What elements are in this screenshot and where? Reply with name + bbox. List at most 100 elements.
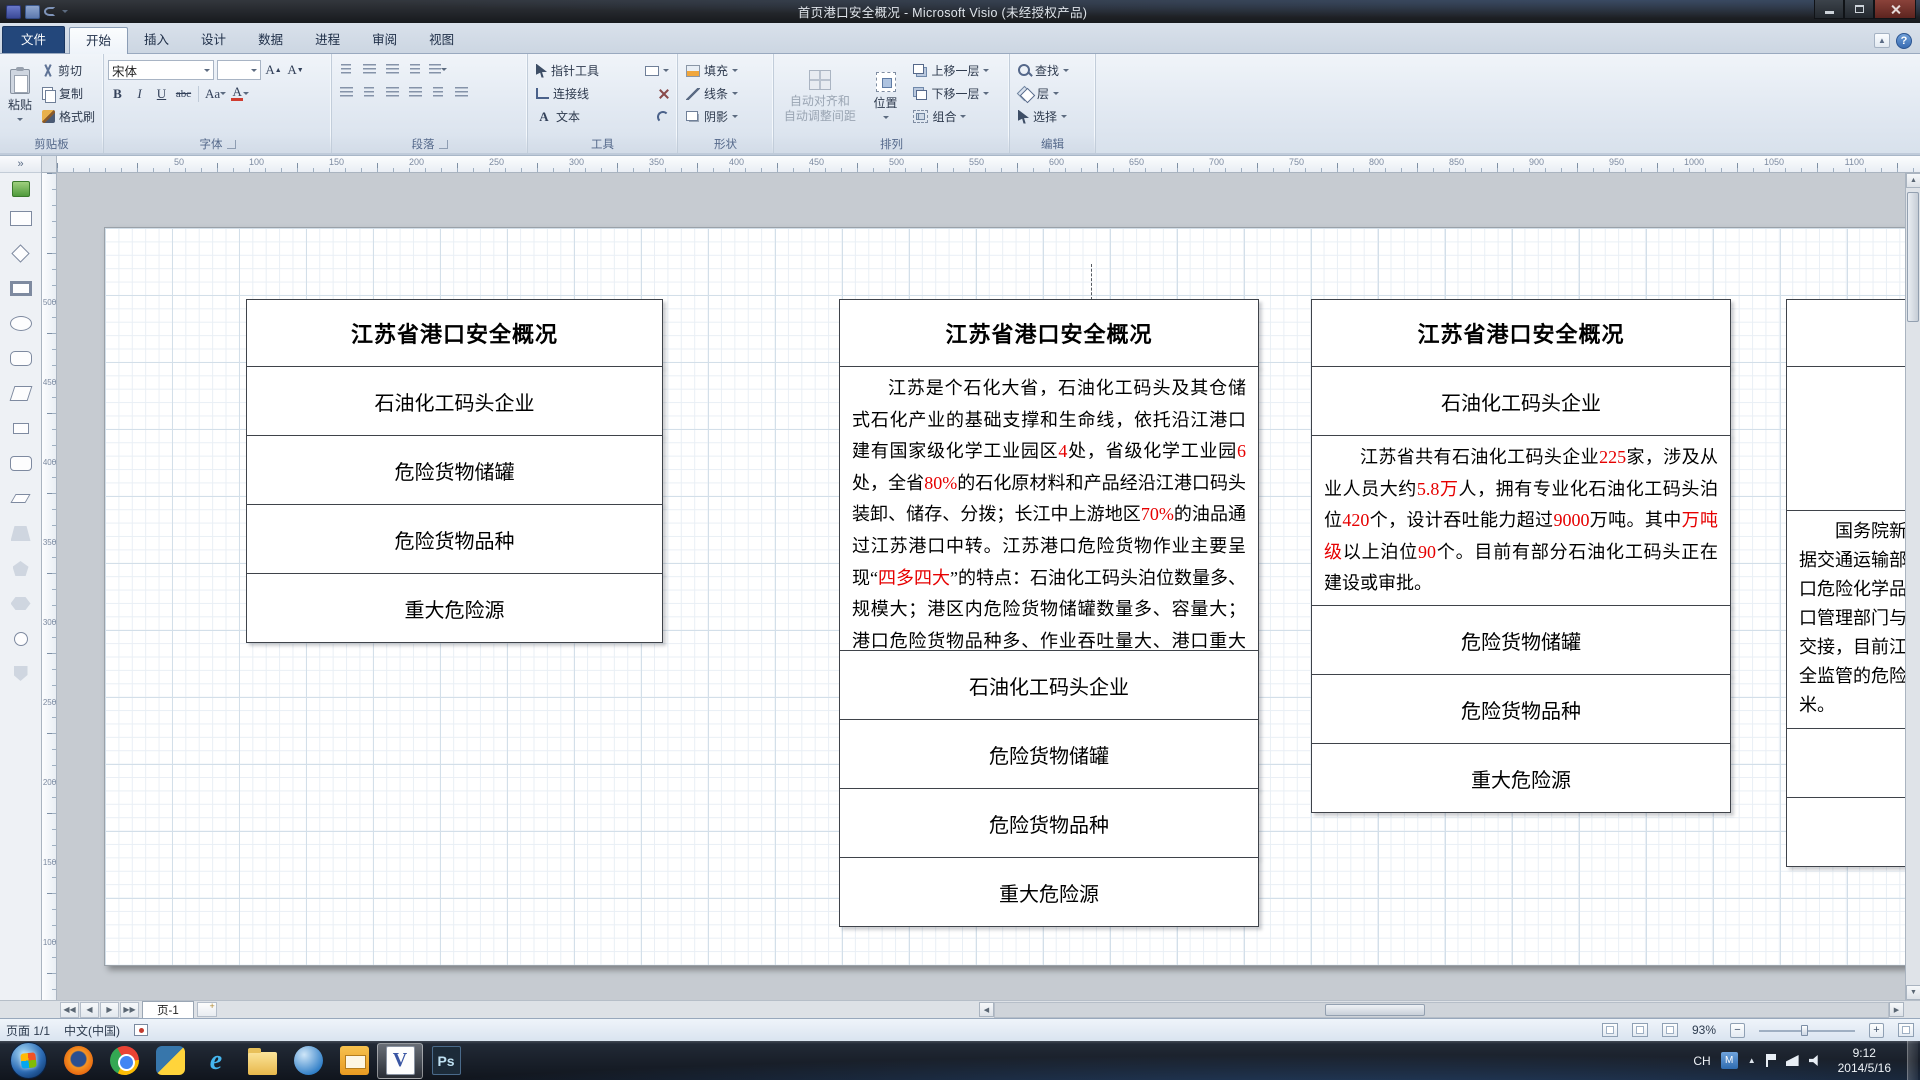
font-size-combo[interactable] (217, 60, 261, 80)
grow-font-button[interactable]: A▲ (264, 61, 283, 80)
fill-button[interactable]: 填充 (682, 60, 769, 81)
parallelogram-shape[interactable] (0, 376, 41, 411)
tab-review[interactable]: 审阅 (356, 28, 413, 53)
diagram-box[interactable]: 石油化工码头企业 (839, 650, 1259, 720)
pan-zoom-view-icon[interactable] (1632, 1023, 1648, 1037)
horizontal-scroll-track[interactable] (994, 1002, 1889, 1018)
diagram-box[interactable]: 危险货物品种 (246, 504, 663, 574)
diagram-title-box[interactable]: 江苏省港口安全概况 (1311, 299, 1731, 367)
bullets-button[interactable] (336, 60, 356, 79)
indent-decrease-button[interactable] (359, 60, 379, 79)
vertical-ruler[interactable]: 50045040035030025020015010050 (42, 173, 57, 1000)
previous-page-button[interactable]: ◀ (80, 1002, 99, 1018)
underline-button[interactable]: U (152, 84, 171, 103)
last-page-button[interactable]: ▶▶ (120, 1002, 139, 1018)
tab-view[interactable]: 视图 (413, 28, 470, 53)
align-left-button[interactable] (336, 83, 356, 102)
close-button[interactable] (1874, 0, 1916, 19)
tab-process[interactable]: 进程 (299, 28, 356, 53)
undo-button[interactable] (44, 7, 55, 16)
drawing-canvas[interactable]: 江苏省港口安全概况 石油化工码头企业 危险货物储罐 危险货物品种 重大危险源 江… (57, 173, 1920, 1000)
rounded-rectangle-shape[interactable] (0, 446, 41, 481)
connector-tool-button[interactable]: 连接线 (532, 83, 593, 104)
scroll-down-arrow[interactable]: ▼ (1906, 985, 1920, 1000)
line-spacing-button[interactable] (428, 60, 448, 79)
volume-icon[interactable] (1809, 1055, 1822, 1066)
page-indicator[interactable]: 页面 1/1 (6, 1022, 50, 1039)
language-status[interactable]: 中文(中国) (64, 1022, 120, 1039)
ime-icon[interactable]: M (1721, 1052, 1738, 1069)
minimize-button[interactable] (1814, 0, 1844, 19)
auto-align-button[interactable]: 自动对齐和 自动调整间距 (778, 58, 862, 135)
line-button[interactable]: 线条 (682, 83, 769, 104)
visio-app-icon[interactable] (6, 5, 21, 19)
macro-record-icon[interactable] (134, 1024, 148, 1036)
bold-button[interactable]: B (108, 84, 127, 103)
network-icon[interactable] (1786, 1055, 1799, 1066)
font-name-combo[interactable]: 宋体 (108, 60, 214, 80)
diagram-box[interactable]: 石油化工码头企业 (1311, 366, 1731, 436)
taskbar-folder[interactable] (239, 1043, 285, 1079)
small-rectangle-shape[interactable] (0, 411, 41, 446)
scroll-left-arrow[interactable]: ◀ (979, 1002, 994, 1017)
italic-button[interactable]: I (130, 84, 149, 103)
diagram-box[interactable]: 危险货物品种 (1311, 674, 1731, 744)
clock[interactable]: 9:12 2014/5/16 (1832, 1046, 1897, 1076)
taskbar-thunderbird[interactable] (285, 1043, 331, 1079)
align-center-button[interactable] (359, 83, 379, 102)
taskbar-firefox[interactable] (55, 1043, 101, 1079)
hidden-icons-chevron-icon[interactable]: ▲ (1748, 1056, 1756, 1065)
font-dialog-launcher-icon[interactable] (227, 140, 236, 149)
zoom-out-button[interactable]: − (1730, 1023, 1745, 1038)
insert-page-button[interactable] (197, 1002, 217, 1017)
indent-increase-button[interactable] (382, 60, 402, 79)
first-page-button[interactable]: ◀◀ (60, 1002, 79, 1018)
align-bottom-button[interactable] (451, 83, 471, 102)
save-button[interactable] (25, 5, 40, 19)
ellipse-shape[interactable] (0, 306, 41, 341)
taskbar-photoshop[interactable]: Ps (423, 1043, 469, 1079)
diagram-box[interactable]: 重大危险源 (1311, 743, 1731, 813)
vertical-scrollbar[interactable]: ▲ ▼ (1905, 173, 1920, 1000)
vertical-scroll-track[interactable] (1906, 188, 1920, 985)
trapezoid-shape[interactable] (0, 516, 41, 551)
diagram-box[interactable]: 重大危险源 (246, 573, 663, 643)
horizontal-scrollbar[interactable]: ◀ ▶ (979, 1001, 1904, 1019)
next-page-button[interactable]: ▶ (100, 1002, 119, 1018)
cut-button[interactable]: 剪切 (38, 60, 99, 81)
diamond-shape[interactable] (0, 236, 41, 271)
font-color-button[interactable]: A (230, 84, 250, 103)
diagram-box[interactable]: 石油化工码头企业 (246, 366, 663, 436)
help-icon[interactable]: ? (1896, 33, 1912, 49)
text-direction-button[interactable] (405, 60, 425, 79)
fit-page-view-icon[interactable] (1602, 1023, 1618, 1037)
diagram-box[interactable] (1786, 797, 1920, 867)
format-painter-button[interactable]: 格式刷 (38, 106, 99, 127)
callout-shape[interactable] (0, 341, 41, 376)
diagram-box[interactable] (1786, 728, 1920, 798)
pentagon-shape[interactable] (0, 551, 41, 586)
freeform-tool-button[interactable] (653, 109, 673, 125)
tab-design[interactable]: 设计 (185, 28, 242, 53)
minimize-ribbon-icon[interactable]: ▲ (1874, 33, 1890, 48)
bring-forward-button[interactable]: 上移一层 (909, 60, 1005, 81)
diagram-box[interactable]: 危险货物储罐 (1311, 605, 1731, 675)
diagram-box[interactable] (1786, 366, 1920, 511)
taskbar-python[interactable] (147, 1043, 193, 1079)
page-tab[interactable]: 页-1 (142, 1001, 194, 1018)
shadow-button[interactable]: 阴影 (682, 106, 769, 127)
position-button[interactable]: 位置 (864, 58, 908, 135)
tab-insert[interactable]: 插入 (128, 28, 185, 53)
connection-point-button[interactable] (655, 87, 673, 101)
diagram-text-box[interactable]: 国务院新《 据交通运输部和 口危险化学品安 口管理部门与安 交接，目前江苏 全监… (1786, 510, 1920, 729)
diagram-box[interactable]: 危险货物储罐 (839, 719, 1259, 789)
tab-file[interactable]: 文件 (2, 26, 65, 53)
zoom-slider[interactable] (1759, 1023, 1855, 1038)
find-button[interactable]: 查找 (1014, 60, 1091, 81)
circle-shape[interactable] (0, 621, 41, 656)
send-backward-button[interactable]: 下移一层 (909, 83, 1005, 104)
language-indicator[interactable]: CH (1693, 1054, 1710, 1068)
horizontal-scroll-thumb[interactable] (1325, 1004, 1425, 1016)
expand-shapes-chevron-icon[interactable]: » (0, 156, 41, 173)
scroll-up-arrow[interactable]: ▲ (1906, 173, 1920, 188)
